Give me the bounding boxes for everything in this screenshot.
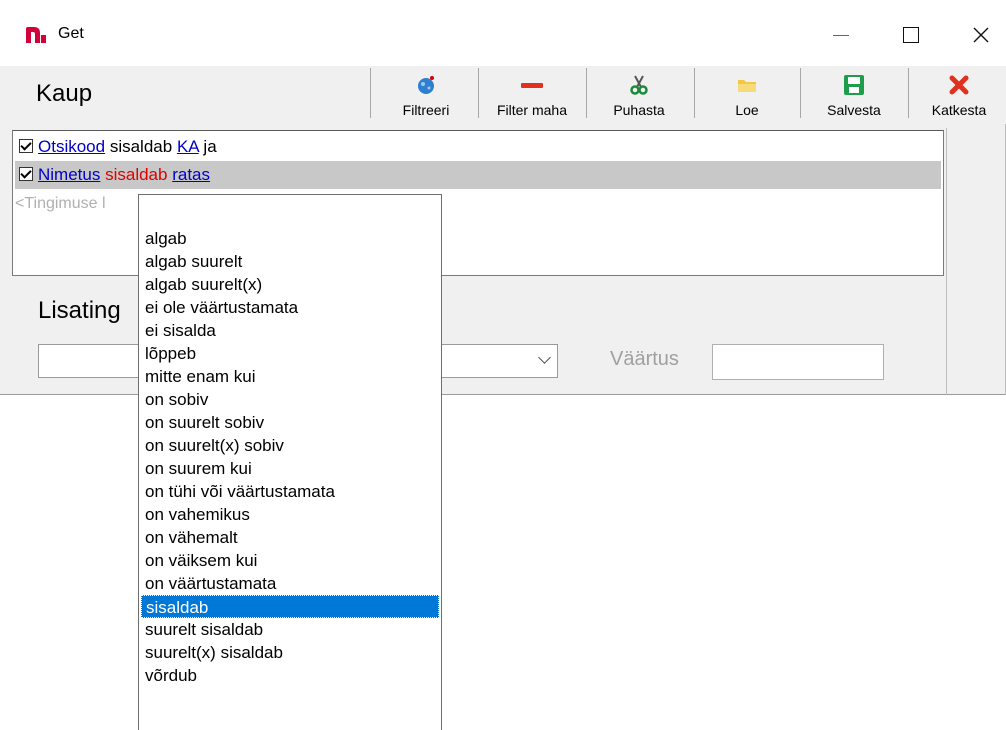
operator-option[interactable]: on väärtustamata — [141, 572, 439, 595]
minimize-button[interactable] — [818, 14, 864, 56]
value-label: Väärtus — [610, 348, 679, 370]
condition-checkbox[interactable] — [19, 139, 33, 153]
maximize-button[interactable] — [888, 14, 934, 56]
folder-icon — [736, 74, 758, 96]
operator-option[interactable]: on suurem kui — [141, 457, 439, 480]
operator-option[interactable]: on suurelt(x) sobiv — [141, 434, 439, 457]
toolbar-separator — [478, 68, 479, 118]
operator-option-selected[interactable]: sisaldab — [141, 595, 439, 618]
window-title: Get — [58, 25, 84, 42]
operator-option[interactable]: algab — [141, 227, 439, 250]
remove-filter-icon — [521, 74, 543, 96]
operator-option[interactable]: on vähemalt — [141, 526, 439, 549]
condition-value-link[interactable]: KA — [177, 137, 199, 156]
condition-operator[interactable]: sisaldab — [110, 137, 172, 156]
toolbar-separator — [908, 68, 909, 118]
condition-checkbox[interactable] — [19, 167, 33, 181]
operator-dropdown-list[interactable]: algab algab suurelt algab suurelt(x) ei … — [138, 194, 442, 730]
clear-button[interactable]: Puhasta — [592, 64, 686, 122]
condition-join: ja — [203, 137, 217, 156]
cancel-label: Katkesta — [931, 102, 987, 118]
right-divider — [946, 128, 947, 395]
form-title: Kaup — [36, 80, 93, 107]
remove-filter-button[interactable]: Filter maha — [484, 64, 580, 122]
operator-option[interactable]: on vahemikus — [141, 503, 439, 526]
toolbar-separator — [586, 68, 587, 118]
value-input[interactable] — [712, 344, 884, 380]
operator-option[interactable]: ei sisalda — [141, 319, 439, 342]
title-bar: Get — [0, 0, 1006, 66]
cancel-icon — [948, 74, 970, 96]
remove-filter-label: Filter maha — [496, 102, 568, 118]
chevron-down-icon[interactable] — [538, 351, 551, 364]
minimize-icon — [833, 34, 849, 36]
condition-value-link[interactable]: ratas — [172, 165, 210, 184]
save-icon — [843, 74, 865, 96]
condition-field-link[interactable]: Nimetus — [38, 165, 100, 184]
close-icon — [973, 27, 989, 43]
operator-option[interactable]: võrdub — [141, 664, 439, 687]
load-label: Loe — [735, 102, 759, 118]
save-button[interactable]: Salvesta — [806, 64, 902, 122]
toolbar-separator — [370, 68, 371, 118]
operator-option[interactable]: on tühi või väärtustamata — [141, 480, 439, 503]
app-logo-icon — [26, 27, 46, 43]
condition-row[interactable]: Otsikood sisaldab KA ja — [15, 133, 941, 161]
operator-option[interactable]: algab suurelt — [141, 250, 439, 273]
save-label: Salvesta — [827, 102, 881, 118]
operator-option[interactable]: suurelt sisaldab — [141, 618, 439, 641]
filter-icon — [415, 74, 437, 96]
operator-option[interactable]: suurelt(x) sisaldab — [141, 641, 439, 664]
operator-option[interactable]: algab suurelt(x) — [141, 273, 439, 296]
condition-field-link[interactable]: Otsikood — [38, 137, 105, 156]
operator-option[interactable]: on väiksem kui — [141, 549, 439, 572]
operator-option[interactable]: ei ole väärtustamata — [141, 296, 439, 319]
close-button[interactable] — [958, 14, 1004, 56]
maximize-icon — [903, 27, 919, 43]
condition-row-selected[interactable]: Nimetus sisaldab ratas — [15, 161, 941, 189]
toolbar-separator — [694, 68, 695, 118]
scissors-icon — [628, 74, 650, 96]
toolbar-separator — [800, 68, 801, 118]
add-condition-placeholder[interactable]: <Tingimuse l — [15, 195, 106, 213]
load-button[interactable]: Loe — [700, 64, 794, 122]
operator-option[interactable]: mitte enam kui — [141, 365, 439, 388]
condition-operator-active[interactable]: sisaldab — [105, 165, 167, 184]
clear-label: Puhasta — [613, 102, 665, 118]
cancel-button[interactable]: Katkesta — [914, 64, 1004, 122]
operator-option[interactable]: lõppeb — [141, 342, 439, 365]
operator-option[interactable]: on sobiv — [141, 388, 439, 411]
filter-button[interactable]: Filtreeri — [380, 64, 472, 122]
filter-label: Filtreeri — [402, 102, 450, 118]
extra-condition-title: Lisating — [38, 297, 121, 324]
operator-option[interactable]: on suurelt sobiv — [141, 411, 439, 434]
